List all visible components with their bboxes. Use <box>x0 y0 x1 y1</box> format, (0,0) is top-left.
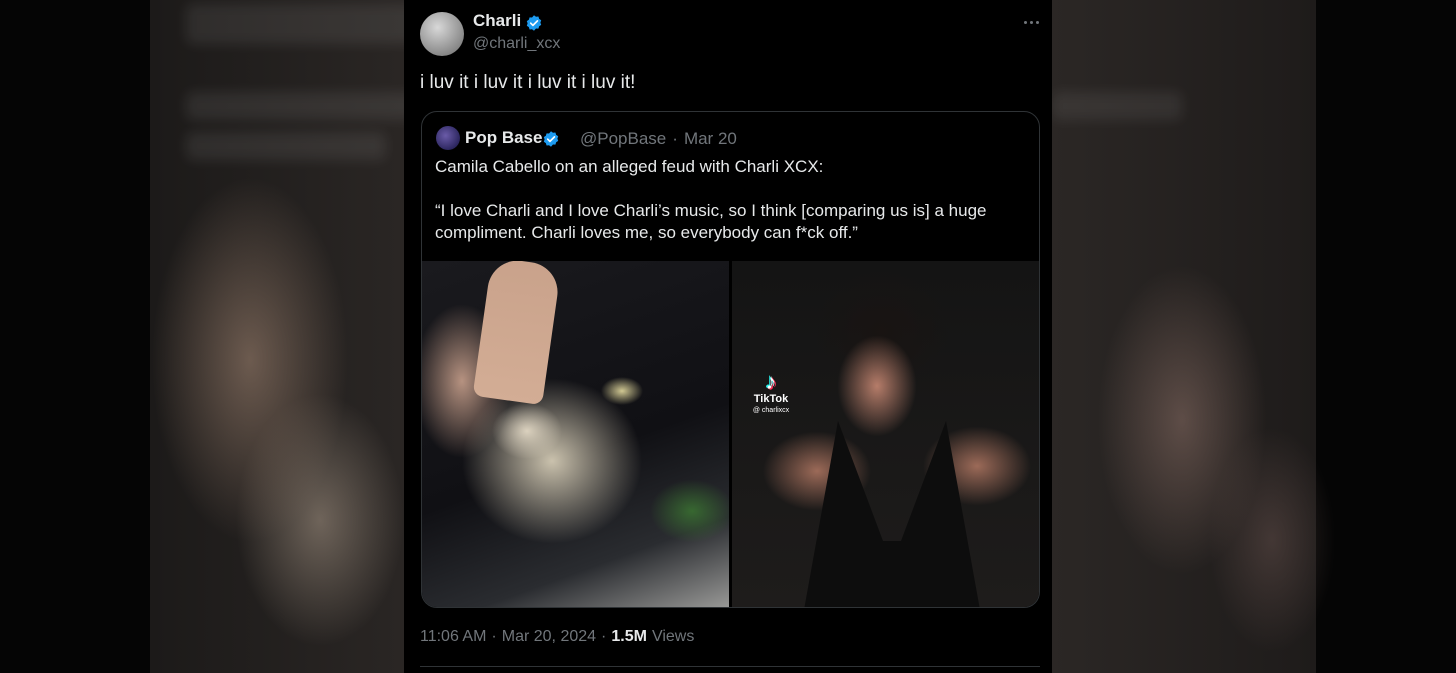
quoted-author-name[interactable]: Pop Base <box>465 128 542 148</box>
views-label[interactable]: Views <box>652 628 694 646</box>
views-count[interactable]: 1.5M <box>611 628 647 646</box>
quoted-date[interactable]: Mar 20 <box>684 129 737 149</box>
tiktok-handle: @ charlixcx <box>752 407 790 414</box>
author-avatar[interactable] <box>420 12 464 56</box>
footer-divider <box>420 666 1040 667</box>
quoted-author-avatar[interactable] <box>436 126 460 150</box>
footer-separator: · <box>601 628 607 645</box>
blurred-text-block <box>1052 92 1182 120</box>
image-figure <box>472 261 562 406</box>
author-handle[interactable]: @charli_xcx <box>473 35 560 53</box>
quoted-paragraph: Camila Cabello on an alleged feud with C… <box>435 157 824 176</box>
tiktok-watermark: ♪ TikTok @ charlixcx <box>736 371 806 415</box>
footer-separator: · <box>491 628 497 645</box>
blurred-background-left <box>0 0 404 673</box>
media-image-right[interactable]: ♪ TikTok @ charlixcx <box>732 261 1039 607</box>
meta-separator: · <box>672 129 678 148</box>
quoted-author-handle[interactable]: @PopBase <box>580 129 666 149</box>
tweet-text: i luv it i luv it i luv it i luv it! <box>420 72 636 93</box>
tiktok-wordmark: TikTok <box>753 393 789 405</box>
author-display-name[interactable]: Charli <box>473 11 521 31</box>
more-options-icon[interactable] <box>1018 12 1044 32</box>
verified-badge-icon <box>526 15 542 31</box>
blurred-background-right <box>1052 0 1456 673</box>
blurred-text-block <box>186 4 404 44</box>
quoted-meta: @PopBase · Mar 20 <box>580 129 737 149</box>
tiktok-logo-icon: ♪ <box>765 369 777 394</box>
quoted-text: Camila Cabello on an alleged feud with C… <box>435 156 1025 244</box>
tweet-date[interactable]: Mar 20, 2024 <box>502 628 596 646</box>
tweet-time[interactable]: 11:06 AM <box>420 628 486 646</box>
verified-badge-icon <box>543 131 559 147</box>
media-image-left[interactable] <box>422 261 729 607</box>
blurred-text-block <box>186 132 386 160</box>
tweet-footer: 11:06 AM · Mar 20, 2024 · 1.5M Views <box>420 628 694 646</box>
image-figure <box>802 421 982 607</box>
blurred-text-block <box>186 92 404 120</box>
quoted-tweet[interactable]: Pop Base @PopBase · Mar 20 Camila Cabell… <box>421 111 1040 608</box>
quoted-paragraph: “I love Charli and I love Charli’s music… <box>435 201 987 242</box>
